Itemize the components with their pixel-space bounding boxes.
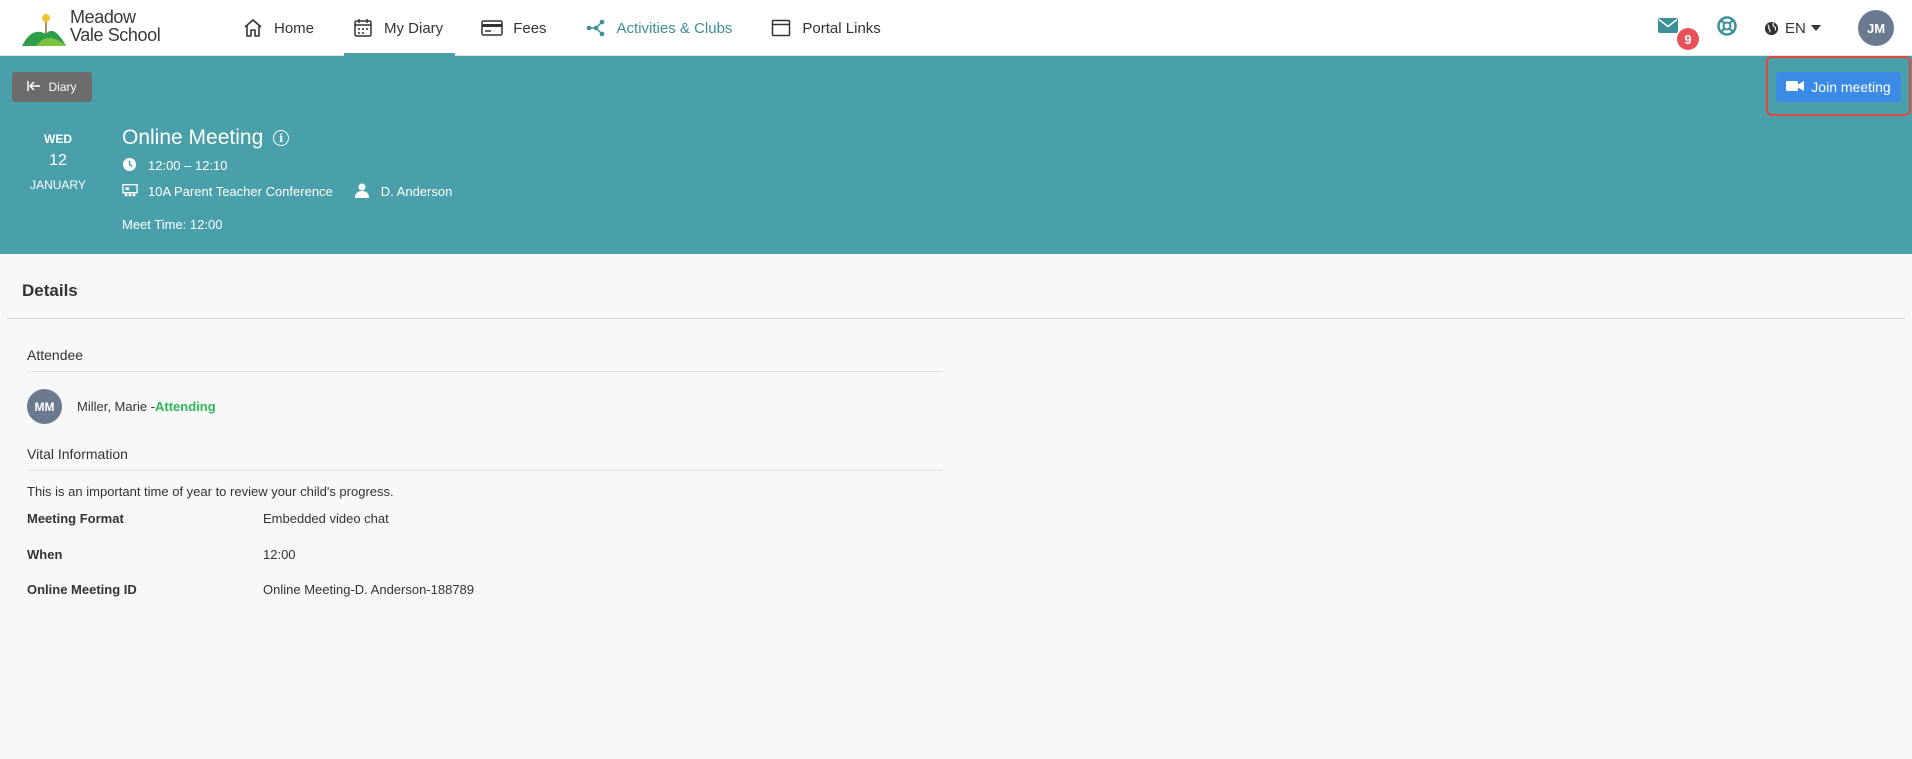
- vital-section-title: Vital Information: [27, 446, 943, 471]
- card-icon: [481, 17, 503, 39]
- event-teacher: D. Anderson: [354, 183, 453, 199]
- event-venue: 10A Parent Teacher Conference: [148, 183, 333, 199]
- nav-label-portal-links: Portal Links: [802, 19, 881, 37]
- back-to-diary-button[interactable]: Diary: [12, 72, 92, 102]
- person-icon: [354, 183, 371, 199]
- info-value: Embedded video chat: [263, 511, 389, 526]
- join-meeting-highlight: Join meeting: [1766, 56, 1911, 116]
- nav-item-fees[interactable]: Fees: [469, 0, 558, 56]
- calendar-icon: [352, 17, 374, 39]
- language-selector[interactable]: EN: [1764, 18, 1821, 38]
- event-date: WED 12 JANUARY: [22, 132, 94, 192]
- nav-label-my-diary: My Diary: [384, 19, 444, 37]
- info-key: Online Meeting ID: [27, 582, 137, 597]
- attendee-item: MM Miller, Marie - Attending: [27, 389, 216, 424]
- nav-item-portal-links[interactable]: Portal Links: [758, 0, 892, 56]
- attendee-section: Attendee: [27, 347, 943, 372]
- event-teacher-name: D. Anderson: [380, 183, 453, 199]
- nav-label-fees: Fees: [513, 19, 547, 37]
- video-camera-icon: [1786, 79, 1805, 95]
- join-meeting-label: Join meeting: [1811, 79, 1891, 95]
- nav-item-activities-clubs[interactable]: Activities & Clubs: [573, 0, 745, 56]
- event-header: Diary Join meeting WED 12 JANUARY Online…: [0, 56, 1912, 254]
- help-button[interactable]: [1716, 15, 1738, 37]
- arrow-left-icon: [27, 80, 41, 95]
- logo-text: Meadow Vale School: [70, 8, 170, 44]
- vital-information-section: Vital Information: [27, 446, 943, 471]
- window-icon: [770, 17, 792, 39]
- mail-icon: [1658, 18, 1678, 33]
- date-day: 12: [49, 152, 67, 169]
- network-icon: [585, 17, 607, 39]
- attendee-avatar: MM: [27, 389, 62, 424]
- mail-count-badge: 9: [1677, 28, 1699, 50]
- info-value: Online Meeting-D. Anderson-188789: [263, 582, 475, 597]
- date-weekday: WED: [44, 132, 72, 146]
- clock-icon: [122, 157, 138, 173]
- attendee-section-title: Attendee: [27, 347, 943, 372]
- date-month: JANUARY: [30, 178, 86, 192]
- event-time: 12:00 – 12:10: [148, 157, 228, 173]
- details-heading: Details: [22, 281, 78, 300]
- event-title-text: Online Meeting: [122, 126, 264, 149]
- vital-information-text: This is an important time of year to rev…: [27, 484, 394, 499]
- language-label: EN: [1785, 19, 1806, 37]
- event-title: Online Meeting i: [122, 126, 290, 150]
- home-icon: [242, 17, 264, 39]
- nav-item-my-diary[interactable]: My Diary: [340, 0, 456, 56]
- school-logo[interactable]: Meadow Vale School: [22, 8, 172, 48]
- attendee-name: Miller, Marie -: [77, 399, 156, 414]
- nav-item-home[interactable]: Home: [230, 0, 326, 56]
- info-key: When: [27, 547, 63, 562]
- back-button-label: Diary: [48, 80, 77, 94]
- classroom-icon: [122, 183, 138, 199]
- event-meet-time: Meet Time: 12:00: [122, 217, 223, 232]
- info-icon[interactable]: i: [273, 130, 290, 146]
- details-divider: [7, 318, 1905, 319]
- event-time-row: 12:00 – 12:10: [122, 157, 228, 173]
- info-row-when: When 12:00: [27, 547, 296, 562]
- info-row-meeting-format: Meeting Format Embedded video chat: [27, 511, 389, 526]
- nav-label-home: Home: [274, 19, 315, 37]
- top-navigation-bar: Meadow Vale School Home My Diary Fees Ac…: [0, 0, 1912, 56]
- globe-icon: [1764, 21, 1779, 35]
- info-value: 12:00: [263, 547, 296, 562]
- attendee-status: Attending: [155, 399, 216, 414]
- logo-hills-icon: [22, 14, 66, 46]
- user-avatar[interactable]: JM: [1858, 10, 1894, 46]
- event-venue-row: 10A Parent Teacher Conference D. Anderso…: [122, 183, 452, 199]
- main-nav: Home My Diary Fees Activities & Clubs Po…: [230, 0, 907, 56]
- info-key: Meeting Format: [27, 511, 124, 526]
- join-meeting-button[interactable]: Join meeting: [1776, 72, 1901, 102]
- nav-label-activities-clubs: Activities & Clubs: [616, 19, 733, 37]
- chevron-down-icon: [1810, 25, 1821, 31]
- lifebuoy-icon: [1717, 16, 1737, 36]
- logo-line-2: Vale School: [70, 25, 161, 45]
- info-row-meeting-id: Online Meeting ID Online Meeting-D. Ande…: [27, 582, 474, 597]
- logo-line-1: Meadow: [70, 7, 136, 27]
